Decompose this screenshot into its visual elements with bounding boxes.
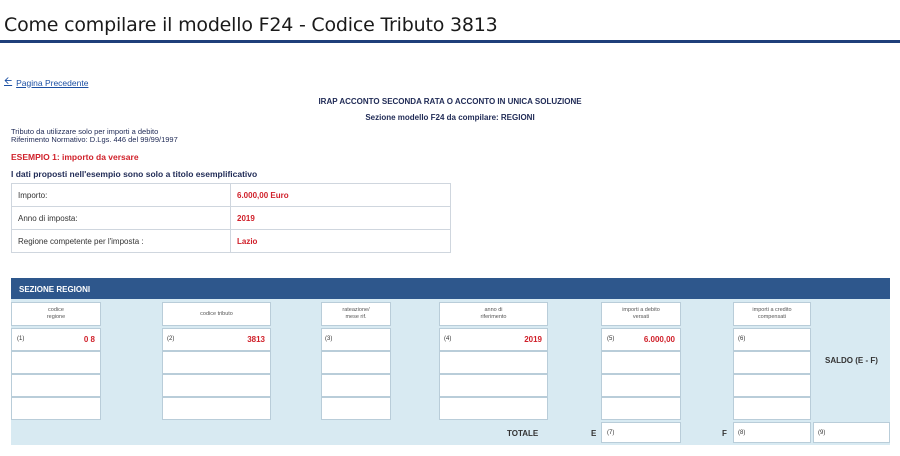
codice-tributo-value: 3813 [247, 335, 265, 344]
table-row: Regione competente per l'imposta : Lazio [11, 229, 451, 253]
page-title: Come compilare il modello F24 - Codice T… [4, 14, 498, 36]
field-number: (9) [818, 430, 826, 436]
details-table: Importo: 6.000,00 Euro Anno di imposta: … [11, 183, 451, 253]
field-number: (6) [738, 336, 746, 342]
totale-label: TOTALE [507, 429, 539, 438]
codice-tributo-field[interactable] [162, 397, 271, 420]
header-rateazione-label: rateazione/ mese rif. [342, 307, 370, 320]
importo-credito-field[interactable] [733, 374, 811, 397]
importo-debito-value: 6.000,00 [643, 335, 675, 344]
anno-riferimento-field[interactable] [439, 397, 548, 420]
codice-regione-value: 0 8 [83, 335, 95, 344]
example-title: ESEMPIO 1: importo da versare [11, 152, 139, 162]
field-number: (3) [325, 336, 333, 342]
disclaimer: I dati proposti nell'esempio sono solo a… [11, 169, 258, 179]
field-number: (5) [607, 336, 615, 342]
sub-heading: Sezione modello F24 da compilare: REGION… [365, 113, 535, 122]
importo-credito-field[interactable] [733, 397, 811, 420]
anno-riferimento-value: 2019 [524, 335, 542, 344]
importo-debito-field[interactable] [601, 397, 681, 420]
header-codice-tributo-label: codice tributo [200, 311, 233, 317]
importo-debito-field[interactable] [601, 351, 681, 374]
detail-value: 2019 [230, 206, 451, 230]
field-number: (4) [444, 336, 452, 342]
header-codice-regione-label: codice regione [46, 307, 66, 320]
codice-regione-field[interactable] [11, 397, 101, 420]
importo-debito-field[interactable] [601, 374, 681, 397]
back-link-label: Pagina Precedente [16, 77, 89, 88]
section-header: SEZIONE REGIONI [11, 278, 890, 299]
back-link[interactable]: 🡨 Pagina Precedente [4, 74, 88, 91]
anno-riferimento-field[interactable] [439, 374, 548, 397]
header-importi-debito-label: importi a debito versati [622, 307, 660, 320]
detail-value: Lazio [230, 229, 451, 253]
table-row: Anno di imposta: 2019 [11, 206, 451, 230]
main-heading: IRAP ACCONTO SECONDA RATA O ACCONTO IN U… [318, 97, 582, 106]
codice-regione-field[interactable] [11, 351, 101, 374]
saldo-label: SALDO (E - F) [825, 356, 878, 365]
detail-value: 6.000,00 Euro [230, 183, 451, 207]
title-divider [0, 40, 900, 43]
anno-riferimento-field[interactable] [439, 351, 548, 374]
arrow-left-icon: 🡨 [4, 76, 13, 87]
f-label: F [722, 429, 727, 438]
field-number: (7) [607, 430, 615, 436]
codice-tributo-field[interactable] [162, 374, 271, 397]
field-number: (8) [738, 430, 746, 436]
header-importi-credito-label: importi a credito compensati [752, 307, 792, 320]
importo-credito-field[interactable] [733, 351, 811, 374]
codice-regione-field[interactable] [11, 374, 101, 397]
detail-label: Importo: [11, 183, 231, 207]
e-label: E [591, 429, 597, 438]
field-number: (1) [17, 336, 25, 342]
info-line-2: Riferimento Normativo: D.Lgs. 446 del 99… [11, 135, 178, 144]
field-number: (2) [167, 336, 175, 342]
rateazione-field[interactable] [321, 351, 391, 374]
table-row: Importo: 6.000,00 Euro [11, 183, 451, 207]
codice-tributo-field[interactable] [162, 351, 271, 374]
header-anno-label: anno di riferimento [480, 307, 507, 320]
rateazione-field[interactable] [321, 397, 391, 420]
detail-label: Anno di imposta: [11, 206, 231, 230]
regioni-panel: codice regione codice tributo rateazione… [11, 299, 890, 445]
rateazione-field[interactable] [321, 374, 391, 397]
detail-label: Regione competente per l'imposta : [11, 229, 231, 253]
